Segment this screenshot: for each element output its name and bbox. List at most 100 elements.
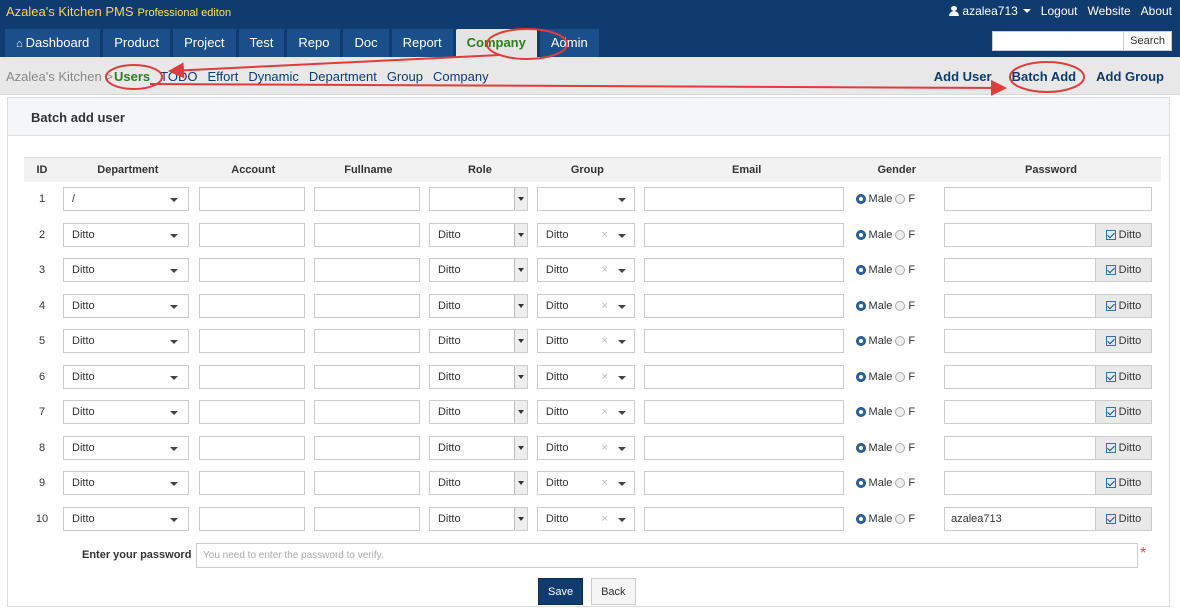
department-select[interactable]: Ditto	[63, 435, 189, 460]
gender-female-radio[interactable]	[895, 442, 906, 453]
department-select[interactable]: Ditto	[63, 293, 189, 318]
account-input[interactable]	[198, 187, 305, 212]
password-input[interactable]	[943, 293, 1096, 318]
add-user-link[interactable]: Add User	[934, 69, 992, 84]
ditto-checkbox[interactable]: Ditto	[1095, 222, 1152, 247]
group-select[interactable]: Ditto ×	[536, 258, 635, 283]
role-select[interactable]	[428, 187, 528, 212]
ditto-checkbox[interactable]: Ditto	[1095, 293, 1152, 318]
email-input[interactable]	[643, 400, 844, 425]
role-select[interactable]: Ditto	[428, 471, 528, 496]
email-input[interactable]	[643, 187, 844, 212]
role-select[interactable]: Ditto	[428, 364, 528, 389]
account-input[interactable]	[198, 471, 305, 496]
password-input[interactable]	[943, 435, 1096, 460]
group-select[interactable]: Ditto ×	[536, 435, 635, 460]
role-select[interactable]: Ditto	[428, 506, 528, 531]
about-link[interactable]: About	[1141, 4, 1172, 18]
breadcrumb[interactable]: Azalea's Kitchen >	[6, 69, 113, 84]
search-button[interactable]: Search	[1124, 31, 1172, 51]
email-input[interactable]	[643, 222, 844, 247]
ditto-checkbox[interactable]: Ditto	[1095, 506, 1152, 531]
gender-female-radio[interactable]	[895, 336, 906, 347]
gender-male-radio[interactable]	[855, 229, 866, 240]
password-input[interactable]	[943, 471, 1096, 496]
tab-dashboard[interactable]: ⌂ Dashboard	[5, 29, 101, 57]
department-select[interactable]: Ditto	[63, 258, 189, 283]
gender-male-radio[interactable]	[855, 265, 866, 276]
department-select[interactable]: Ditto	[63, 400, 189, 425]
tab-repo[interactable]: Repo	[287, 29, 341, 57]
gender-female-radio[interactable]	[895, 371, 906, 382]
fullname-input[interactable]	[313, 222, 420, 247]
group-select[interactable]: Ditto ×	[536, 329, 635, 354]
batch-add-link[interactable]: Batch Add	[1012, 69, 1077, 84]
website-link[interactable]: Website	[1088, 4, 1131, 18]
fullname-input[interactable]	[313, 329, 420, 354]
account-input[interactable]	[198, 258, 305, 283]
fullname-input[interactable]	[313, 364, 420, 389]
group-select[interactable]: Ditto ×	[536, 222, 635, 247]
role-select[interactable]: Ditto	[428, 222, 528, 247]
gender-female-radio[interactable]	[895, 407, 906, 418]
account-input[interactable]	[198, 400, 305, 425]
clear-icon[interactable]: ×	[601, 513, 607, 525]
ditto-checkbox[interactable]: Ditto	[1095, 400, 1152, 425]
group-select[interactable]: Ditto ×	[536, 471, 635, 496]
role-select[interactable]: Ditto	[428, 435, 528, 460]
department-select[interactable]: Ditto	[63, 329, 189, 354]
role-select[interactable]: Ditto	[428, 329, 528, 354]
gender-female-radio[interactable]	[895, 478, 906, 489]
password-input[interactable]	[943, 364, 1096, 389]
role-select[interactable]: Ditto	[428, 258, 528, 283]
fullname-input[interactable]	[313, 293, 420, 318]
fullname-input[interactable]	[313, 471, 420, 496]
department-select[interactable]: Ditto	[63, 222, 189, 247]
clear-icon[interactable]: ×	[601, 477, 607, 489]
logout-link[interactable]: Logout	[1041, 4, 1078, 18]
role-select[interactable]: Ditto	[428, 293, 528, 318]
group-select[interactable]: Ditto ×	[536, 506, 635, 531]
account-input[interactable]	[198, 435, 305, 460]
tab-project[interactable]: Project	[173, 29, 236, 57]
email-input[interactable]	[643, 364, 844, 389]
fullname-input[interactable]	[313, 400, 420, 425]
department-select[interactable]: Ditto	[63, 364, 189, 389]
gender-male-radio[interactable]	[855, 194, 866, 205]
save-button[interactable]: Save	[538, 578, 584, 605]
password-input[interactable]	[943, 258, 1096, 283]
tab-doc[interactable]: Doc	[343, 29, 389, 57]
ditto-checkbox[interactable]: Ditto	[1095, 258, 1152, 283]
subnav-dynamic[interactable]: Dynamic	[248, 69, 299, 84]
account-input[interactable]	[198, 364, 305, 389]
gender-female-radio[interactable]	[895, 265, 906, 276]
clear-icon[interactable]: ×	[601, 442, 607, 454]
app-brand[interactable]: Azalea's Kitchen PMS Professional editon	[6, 4, 231, 19]
add-group-link[interactable]: Add Group	[1096, 69, 1164, 84]
account-input[interactable]	[198, 293, 305, 318]
role-select[interactable]: Ditto	[428, 400, 528, 425]
fullname-input[interactable]	[313, 506, 420, 531]
group-select[interactable]: Ditto ×	[536, 364, 635, 389]
fullname-input[interactable]	[313, 187, 420, 212]
password-input[interactable]	[943, 222, 1096, 247]
tab-test[interactable]: Test	[238, 29, 285, 57]
gender-male-radio[interactable]	[855, 407, 866, 418]
password-input[interactable]: azalea713	[943, 506, 1096, 531]
email-input[interactable]	[643, 435, 844, 460]
gender-male-radio[interactable]	[855, 371, 866, 382]
tab-company[interactable]: Company	[455, 29, 537, 57]
user-dropdown[interactable]: azalea713	[949, 4, 1031, 18]
clear-icon[interactable]: ×	[601, 229, 607, 241]
fullname-input[interactable]	[313, 258, 420, 283]
subnav-group[interactable]: Group	[387, 69, 423, 84]
clear-icon[interactable]: ×	[601, 264, 607, 276]
password-input[interactable]	[943, 187, 1152, 212]
group-select[interactable]	[536, 187, 635, 212]
clear-icon[interactable]: ×	[601, 335, 607, 347]
department-select[interactable]: /	[63, 187, 189, 212]
ditto-checkbox[interactable]: Ditto	[1095, 435, 1152, 460]
ditto-checkbox[interactable]: Ditto	[1095, 329, 1152, 354]
gender-male-radio[interactable]	[855, 513, 866, 524]
gender-female-radio[interactable]	[895, 300, 906, 311]
